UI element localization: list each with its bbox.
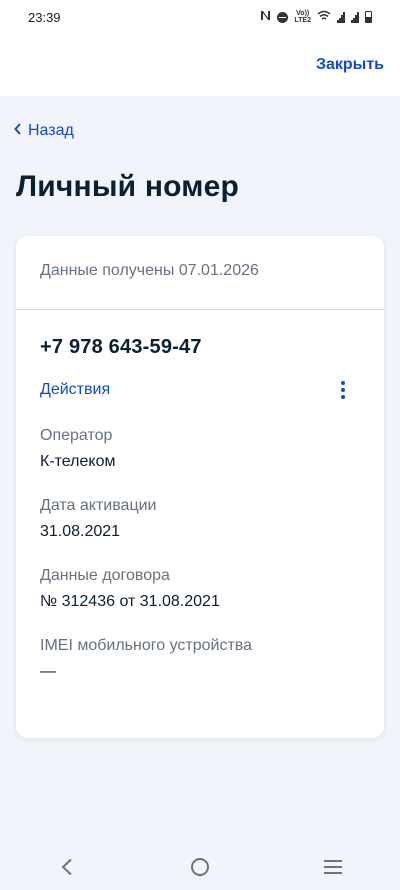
field-value: К-телеком: [40, 453, 116, 470]
volte-icon: Vo)) LTE2: [294, 10, 311, 24]
data-received-label: Данные получены 07.01.2026: [40, 262, 259, 279]
field-value: № 312436 от 31.08.2021: [40, 593, 220, 610]
back-icon[interactable]: [47, 852, 87, 882]
field-label: IMEI мобильного устройства: [40, 637, 252, 654]
back-link-label: Назад: [28, 122, 74, 139]
actions-row: Действия: [40, 381, 360, 399]
status-time: 23:39: [28, 9, 61, 25]
operator-field: Оператор К-телеком: [40, 427, 360, 471]
kebab-menu-icon[interactable]: [336, 381, 350, 399]
signal-icon: [337, 11, 345, 23]
do-not-disturb-icon: [277, 11, 289, 23]
recents-icon[interactable]: [313, 852, 353, 882]
field-value: —: [40, 663, 56, 680]
page-title: Личный номер: [16, 170, 240, 203]
field-label: Данные договора: [40, 567, 170, 584]
field-label: Дата активации: [40, 497, 157, 514]
status-bar: 23:39 Vo)) LTE2: [0, 0, 400, 34]
system-nav-bar: [0, 844, 400, 890]
field-value: 31.08.2021: [40, 523, 121, 540]
activation-date-field: Дата активации 31.08.2021: [40, 497, 360, 541]
close-button[interactable]: Закрыть: [316, 56, 384, 74]
nfc-icon: [260, 10, 271, 24]
back-link[interactable]: Назад: [14, 122, 74, 140]
actions-link[interactable]: Действия: [40, 381, 110, 399]
battery-icon: [365, 11, 372, 23]
field-label: Оператор: [40, 427, 113, 444]
card-body: +7 978 643-59-47 Действия Оператор К-тел…: [16, 310, 384, 681]
top-bar: Закрыть: [0, 34, 400, 96]
imei-field: IMEI мобильного устройства —: [40, 637, 360, 681]
signal-icon: [351, 11, 359, 23]
contract-field: Данные договора № 312436 от 31.08.2021: [40, 567, 360, 611]
phone-number: +7 978 643-59-47: [40, 336, 202, 358]
card-header: Данные получены 07.01.2026: [16, 236, 384, 310]
home-icon[interactable]: [180, 852, 220, 882]
status-icons: Vo)) LTE2: [260, 10, 372, 24]
phone-number-card: Данные получены 07.01.2026 +7 978 643-59…: [16, 236, 384, 738]
wifi-icon: [317, 10, 331, 24]
chevron-left-icon: [14, 122, 22, 140]
